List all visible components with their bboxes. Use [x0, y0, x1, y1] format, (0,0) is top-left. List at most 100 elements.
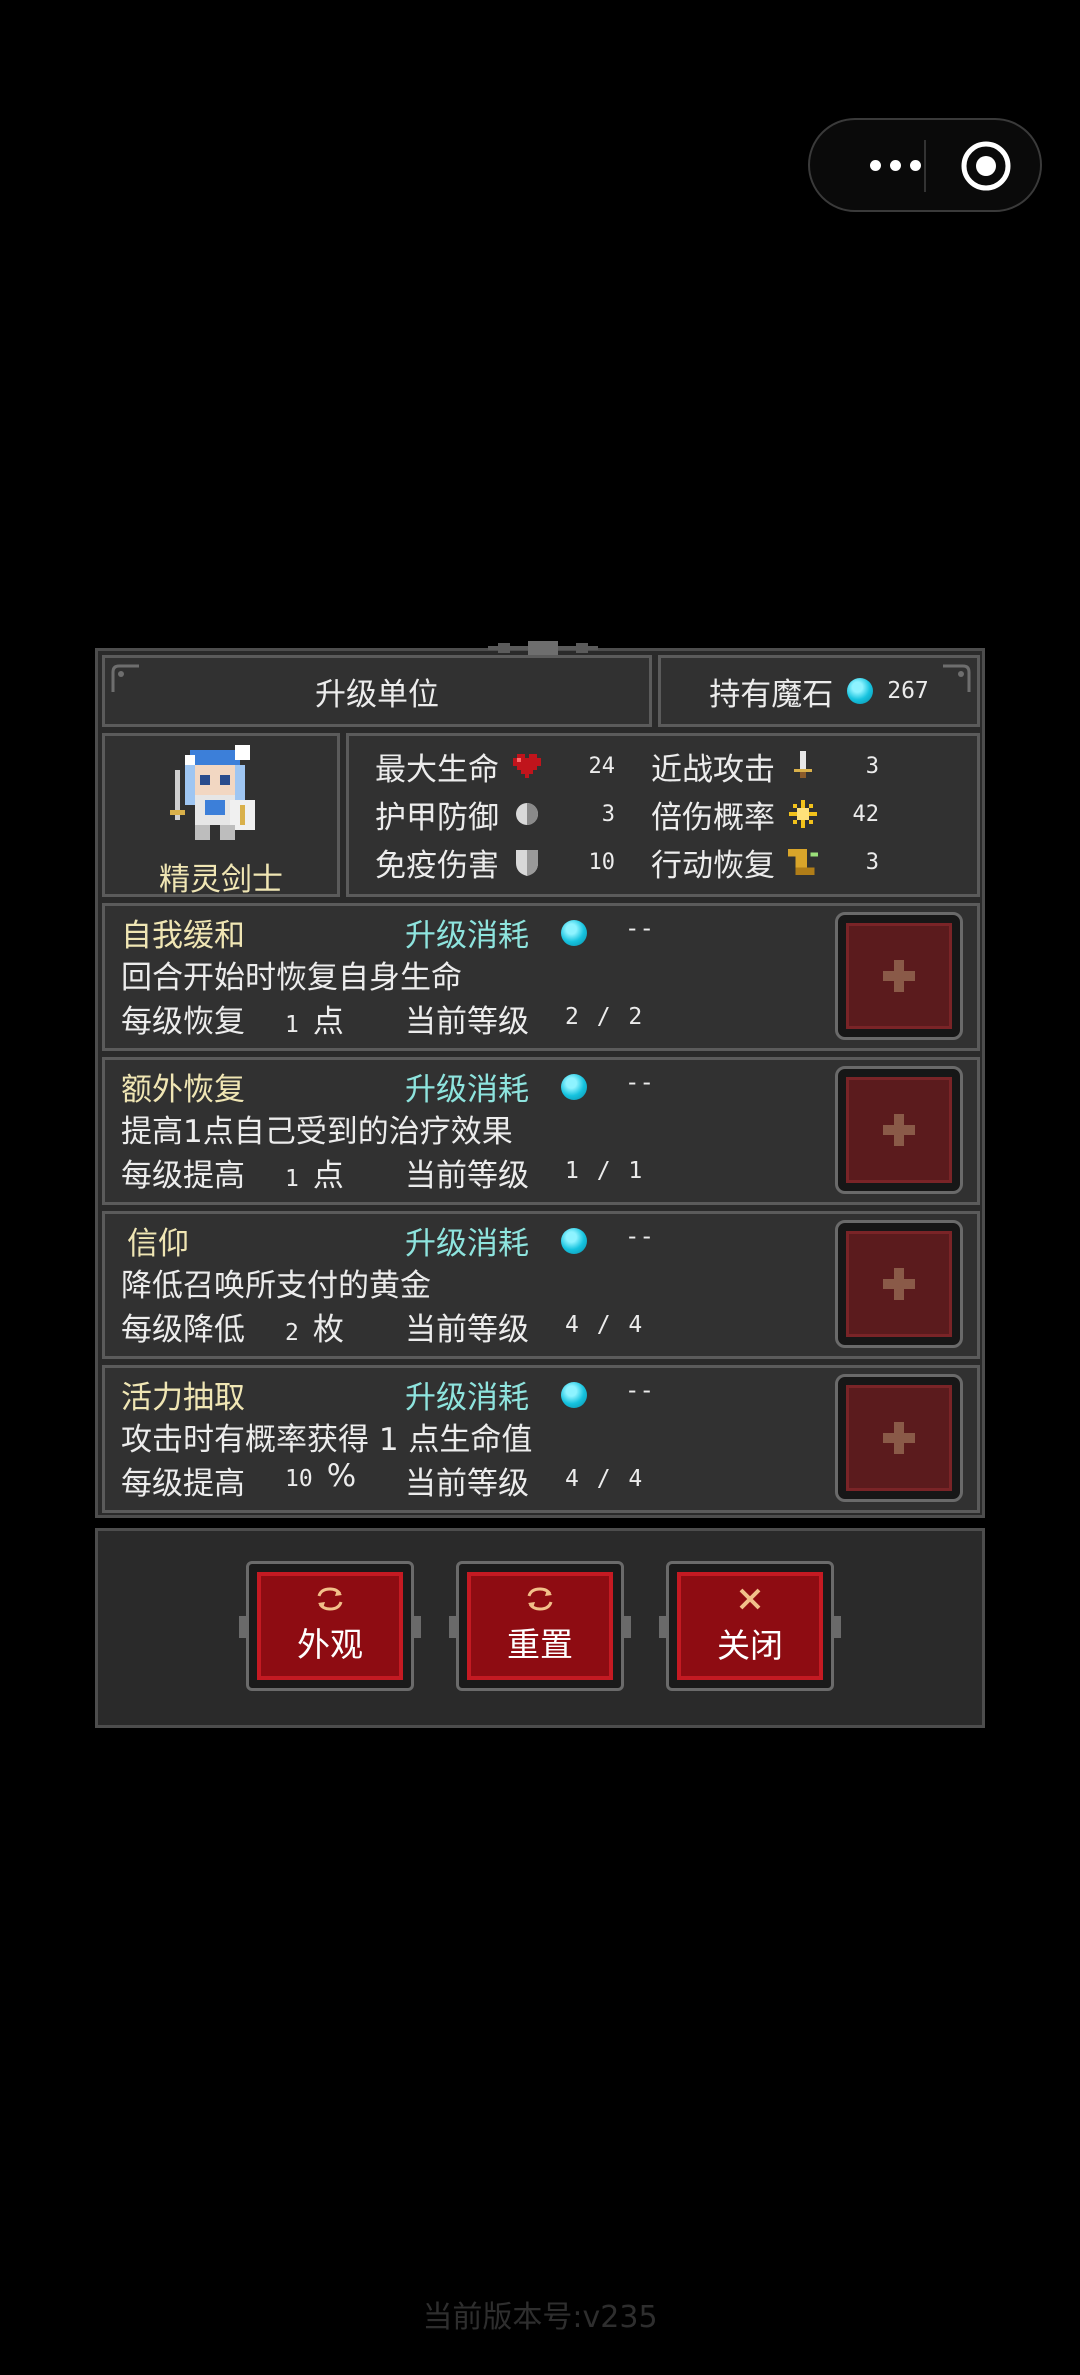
stat-value: 3	[601, 801, 615, 827]
per-level-unit: %	[326, 1458, 357, 1494]
close-icon	[739, 1588, 761, 1610]
upgrade-unit-dialog: 升级单位 持有魔石 267 精灵剑士 最大生命 24 护甲防御 3 免疫伤害 1…	[95, 641, 985, 1518]
skill-name: 额外恢复	[121, 1072, 245, 1108]
per-level-value: 2枚	[285, 1304, 344, 1349]
dialog-title: 升级单位	[315, 676, 439, 713]
stat-label: 免疫伤害	[375, 847, 499, 884]
upgrade-cost-label: 升级消耗	[405, 918, 529, 954]
skill-description: 攻击时有概率获得 1 点生命值	[121, 1422, 533, 1458]
stat-label: 倍伤概率	[651, 799, 775, 836]
skill-row: 活力抽取 升级消耗 -- 攻击时有概率获得 1 点生命值 每级提高 10% 当前…	[102, 1365, 980, 1513]
upgrade-cost-value: --	[625, 1376, 654, 1404]
upgrade-skill-button[interactable]	[835, 1066, 963, 1194]
armor-orb-icon	[509, 796, 545, 832]
magic-stone-gem-icon	[847, 678, 874, 704]
reset-button-face: 重置	[467, 1572, 613, 1680]
magic-stone-gem-icon	[561, 1382, 587, 1408]
per-level-number: 1	[285, 1166, 299, 1192]
per-level-label: 每级提高	[121, 1158, 245, 1194]
more-menu-icon[interactable]	[850, 120, 940, 210]
close-button-face: 关闭	[677, 1572, 823, 1680]
upgrade-skill-button[interactable]	[835, 1374, 963, 1502]
button-tab	[659, 1616, 669, 1638]
upgrade-cost-value: --	[625, 914, 654, 942]
per-level-label: 每级恢复	[121, 1004, 245, 1040]
current-level-value: 4 / 4	[565, 1312, 643, 1338]
upgrade-skill-button[interactable]	[835, 1220, 963, 1348]
skill-description: 回合开始时恢复自身生命	[121, 960, 462, 996]
stat-label: 近战攻击	[651, 751, 775, 788]
stat-value: 42	[852, 801, 880, 827]
magic-stone-panel: 持有魔石 267	[658, 655, 980, 727]
skill-name: 自我缓和	[121, 918, 245, 954]
action-bar: 外观 重置 关闭	[95, 1528, 985, 1728]
stat-crit-chance: 倍伤概率 42	[645, 792, 879, 836]
frame-ornament	[488, 641, 598, 655]
button-tab	[239, 1616, 249, 1638]
corner-ornament-icon	[111, 664, 139, 692]
stat-value: 3	[865, 753, 879, 779]
stat-action-recovery: 行动恢复 3	[645, 840, 879, 884]
plus-icon	[846, 1077, 952, 1183]
refresh-icon	[317, 1587, 343, 1611]
upgrade-cost-label: 升级消耗	[405, 1072, 529, 1108]
current-level-label: 当前等级	[405, 1466, 529, 1502]
close-miniprogram-icon[interactable]	[960, 140, 1012, 192]
stat-armor: 护甲防御 3	[369, 792, 615, 836]
stat-max-hp: 最大生命 24	[369, 744, 615, 788]
per-level-number: 1	[285, 1012, 299, 1038]
per-level-number: 2	[285, 1320, 299, 1346]
stat-value: 3	[865, 849, 879, 875]
magic-stone-gem-icon	[561, 920, 587, 946]
button-tab	[411, 1616, 421, 1638]
upgrade-cost-label: 升级消耗	[405, 1226, 529, 1262]
shield-icon	[509, 844, 545, 880]
magic-stone-gem-icon	[561, 1228, 587, 1254]
per-level-label: 每级提高	[121, 1466, 245, 1502]
close-label: 关闭	[717, 1626, 783, 1665]
button-tab	[831, 1616, 841, 1638]
unit-name: 精灵剑士	[159, 862, 283, 898]
stat-value: 24	[588, 753, 616, 779]
per-level-unit: 枚	[312, 1312, 344, 1348]
button-tab	[621, 1616, 631, 1638]
unit-panel: 精灵剑士	[102, 733, 340, 898]
current-level-value: 1 / 1	[565, 1158, 643, 1184]
skill-name: 信仰	[127, 1226, 189, 1262]
close-button[interactable]: 关闭	[659, 1561, 841, 1691]
heart-icon	[509, 748, 545, 784]
per-level-unit: 点	[312, 1158, 344, 1194]
current-level-value: 4 / 4	[565, 1466, 643, 1492]
per-level-label: 每级降低	[121, 1312, 245, 1348]
sword-icon	[785, 748, 821, 784]
boot-icon	[785, 844, 821, 880]
plus-icon	[846, 923, 952, 1029]
version-text: 当前版本号:v235	[422, 2300, 658, 2335]
stat-label: 最大生命	[375, 751, 499, 788]
current-level-label: 当前等级	[405, 1004, 529, 1040]
upgrade-cost-value: --	[625, 1222, 654, 1250]
stats-panel: 最大生命 24 护甲防御 3 免疫伤害 10 近战攻击 3 倍伤概率 42 行动…	[346, 733, 980, 897]
stat-label: 行动恢复	[651, 847, 775, 884]
upgrade-skill-button[interactable]	[835, 912, 963, 1040]
appearance-button-face: 外观	[257, 1572, 403, 1680]
current-level-label: 当前等级	[405, 1312, 529, 1348]
magic-stone-gem-icon	[561, 1074, 587, 1100]
plus-icon	[846, 1231, 952, 1337]
capsule-divider	[924, 140, 926, 192]
stat-label: 护甲防御	[375, 799, 499, 836]
corner-ornament-icon	[943, 664, 971, 692]
current-level-label: 当前等级	[405, 1158, 529, 1194]
magic-stone-label: 持有魔石	[709, 676, 834, 713]
plus-icon	[846, 1385, 952, 1491]
reset-label: 重置	[507, 1625, 573, 1664]
upgrade-cost-value: --	[625, 1068, 654, 1096]
skill-row: 自我缓和 升级消耗 -- 回合开始时恢复自身生命 每级恢复 1点 当前等级 2 …	[102, 903, 980, 1051]
refresh-icon	[527, 1587, 553, 1611]
reset-button[interactable]: 重置	[449, 1561, 631, 1691]
appearance-button[interactable]: 外观	[239, 1561, 421, 1691]
skill-description: 降低召唤所支付的黄金	[121, 1268, 431, 1304]
crit-star-icon	[785, 796, 821, 832]
skill-row: 额外恢复 升级消耗 -- 提高1点自己受到的治疗效果 每级提高 1点 当前等级 …	[102, 1057, 980, 1205]
appearance-label: 外观	[297, 1625, 363, 1664]
